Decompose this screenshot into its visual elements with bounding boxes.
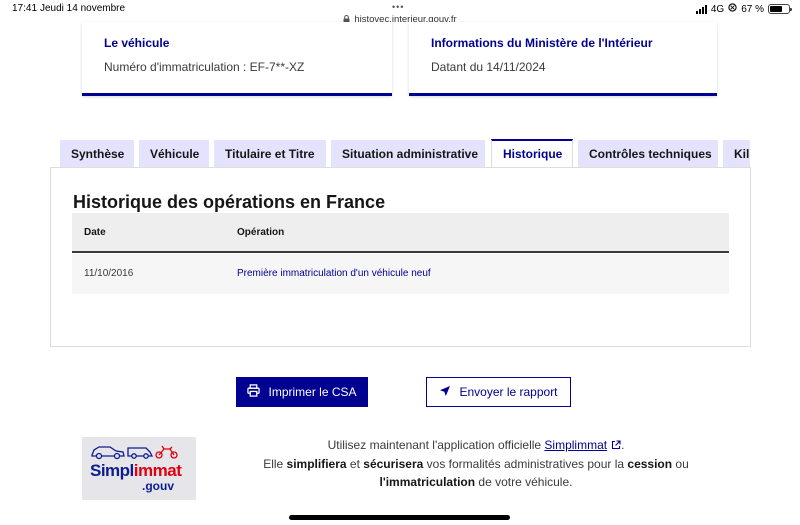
print-csa-label: Imprimer le CSA: [268, 385, 357, 399]
tab-kilometrage[interactable]: Kil: [723, 140, 750, 168]
column-header-operation: Opération: [237, 227, 285, 238]
tab-controles-techniques[interactable]: Contrôles techniques: [578, 140, 718, 168]
status-time: 17:41: [12, 3, 38, 14]
ministry-card-title: Informations du Ministère de l'Intérieur: [431, 36, 653, 50]
network-type: 4G: [710, 3, 725, 15]
vehicle-card: Le véhicule Numéro d'immatriculation : E…: [82, 22, 392, 96]
registration-number: Numéro d'immatriculation : EF-7**-XZ: [104, 60, 305, 74]
tab-synthese[interactable]: Synthèse: [60, 140, 134, 168]
simplimmat-logo[interactable]: Simplimmat .gouv: [82, 437, 196, 500]
row-date: 11/10/2016: [84, 268, 134, 279]
table-header: Date Opération: [72, 213, 729, 253]
promo-line-3: l'immatriculation de votre véhicule.: [379, 475, 573, 489]
vehicle-card-title: Le véhicule: [104, 36, 170, 50]
history-title: Historique des opérations en France: [73, 192, 386, 212]
print-csa-button[interactable]: Imprimer le CSA: [236, 377, 368, 407]
tab-historique[interactable]: Historique: [491, 139, 573, 168]
multitasking-dots-icon[interactable]: •••: [392, 2, 404, 12]
logo-wordmark: Simplimmat: [90, 461, 182, 480]
logo-gouv-suffix: .gouv: [142, 479, 174, 493]
simplimmat-promo: Utilisez maintenant l'application offici…: [206, 436, 746, 491]
row-operation[interactable]: Première immatriculation d'un véhicule n…: [237, 268, 431, 279]
simplimmat-link[interactable]: Simplimmat: [544, 438, 607, 452]
history-panel: Historique des opérations en France Date…: [50, 167, 751, 347]
printer-icon: [247, 384, 261, 400]
promo-line-1: Utilisez maintenant l'application offici…: [206, 436, 746, 455]
promo-line-2: Elle simplifiera et sécurisera vos forma…: [263, 457, 689, 471]
signal-icon: [695, 4, 707, 14]
table-row: 11/10/2016 Première immatriculation d'un…: [72, 254, 729, 294]
home-indicator[interactable]: [289, 515, 510, 520]
report-date: Datant du 14/11/2024: [431, 60, 546, 74]
send-report-label: Envoyer le rapport: [459, 385, 558, 399]
location-icon: [728, 3, 737, 15]
status-date: Jeudi 14 novembre: [40, 3, 126, 14]
tab-situation-administrative[interactable]: Situation administrative: [331, 140, 485, 168]
ministry-card: Informations du Ministère de l'Intérieur…: [409, 22, 717, 96]
tab-titulaire[interactable]: Titulaire et Titre: [214, 140, 326, 168]
external-link-icon[interactable]: [611, 437, 621, 455]
tab-vehicule[interactable]: Véhicule: [139, 140, 209, 168]
status-indicators: 4G 67 %: [695, 3, 792, 15]
send-icon: [439, 385, 451, 400]
battery-percent: 67 %: [741, 3, 764, 15]
report-tabs: Synthèse Véhicule Titulaire et Titre Sit…: [60, 139, 750, 168]
send-report-button[interactable]: Envoyer le rapport: [426, 377, 571, 407]
battery-icon: [768, 4, 792, 14]
column-header-date: Date: [84, 227, 106, 238]
